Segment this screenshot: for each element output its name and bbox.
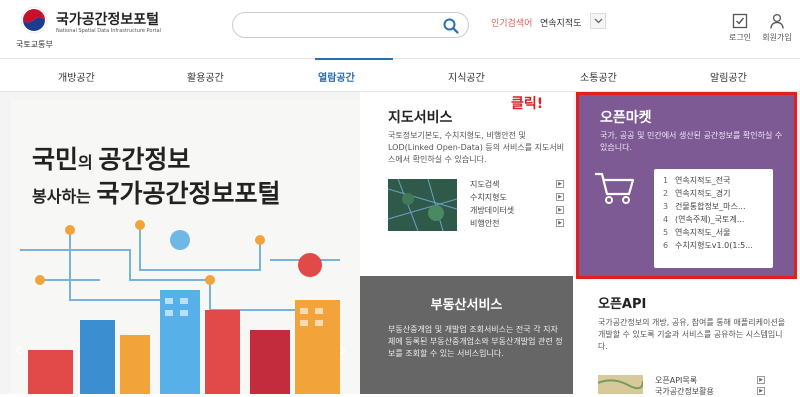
map-service-title[interactable]: 지도서비스	[388, 107, 452, 127]
map-service-thumbnail[interactable]	[388, 179, 457, 231]
list-item[interactable]: 2 연속지적도_경기	[663, 188, 773, 201]
nav-item-browse-space[interactable]: 열람공간	[318, 69, 355, 84]
open-api-thumbnail[interactable]	[598, 375, 643, 394]
hero-word-spatial-info: 공간정보	[98, 145, 191, 174]
item-number: 5	[663, 228, 669, 237]
item-number: 4	[663, 215, 669, 224]
map-link-search[interactable]: 지도검색 ▶	[470, 179, 564, 192]
signup-label: 회원가입	[762, 33, 792, 42]
api-link-list-label: 오픈API목록	[655, 376, 698, 385]
site-title: 국가공간정보포털	[56, 12, 160, 28]
site-subtitle: National Spatial Data Infrastructure Por…	[56, 28, 161, 34]
user-icon	[770, 13, 784, 29]
search-input[interactable]	[232, 12, 469, 38]
city-illustration	[20, 220, 340, 394]
click-annotation: 클릭!	[511, 96, 544, 112]
map-link-flight-safety-label: 비행안전	[470, 219, 500, 228]
open-api-thumbnail-image	[598, 375, 643, 394]
hero-headline-2: 봉사하는 국가공간정보포털	[32, 174, 280, 210]
link-arrow-icon: ▶	[556, 193, 564, 201]
hero-word-portal: 국가공간정보포털	[96, 179, 281, 208]
api-link-usage[interactable]: 국가공간정보활용 ▶	[655, 386, 765, 397]
item-number: 6	[663, 241, 669, 250]
map-service-panel: 지도서비스 국토정보기본도, 수치지형도, 비행안전 및 LOD(Linked …	[360, 92, 573, 276]
map-link-topographic[interactable]: 수치지형도 ▶	[470, 192, 564, 205]
map-link-open-dataset-label: 개방데이터셋	[470, 206, 515, 215]
nav-item-open-space[interactable]: 개방공간	[58, 69, 95, 84]
shopping-cart-icon	[595, 172, 635, 204]
item-number: 1	[663, 176, 669, 185]
carousel-prev-button[interactable]: ‹	[14, 338, 23, 363]
nav-item-notice-space[interactable]: 알림공간	[710, 69, 747, 84]
api-link-usage-label: 국가공간정보활용	[655, 387, 714, 396]
item-label: 연속지적도_전국	[675, 176, 731, 185]
login-button[interactable]: 로그인	[720, 13, 760, 43]
popular-search-toggle[interactable]	[590, 13, 606, 29]
list-item[interactable]: 3 건물통합정보_마스...	[663, 201, 773, 214]
list-item[interactable]: 5 연속지적도_서울	[663, 227, 773, 240]
link-arrow-icon: ▶	[556, 180, 564, 188]
link-arrow-icon: ▶	[556, 219, 564, 227]
link-arrow-icon: ▶	[556, 206, 564, 214]
item-number: 2	[663, 189, 669, 198]
map-link-search-label: 지도검색	[470, 180, 500, 189]
site-logo[interactable]: 국토교통부 국가공간정보포털 National Spatial Data Inf…	[14, 6, 164, 52]
nav-item-use-space[interactable]: 활용공간	[187, 69, 224, 84]
item-label: 연속지적도_경기	[675, 189, 731, 198]
link-arrow-icon: ▶	[757, 376, 765, 384]
list-item[interactable]: 1 연속지적도_전국	[663, 175, 773, 188]
open-api-panel: 오픈API 국가공간정보의 개방, 공유, 참여를 통해 애플리케이션을 개발할…	[573, 279, 800, 397]
map-service-desc: 국토정보기본도, 수치지형도, 비행안전 및 LOD(Linked Open-D…	[388, 131, 565, 164]
site-header: 국토교통부 국가공간정보포털 National Spatial Data Inf…	[0, 0, 800, 58]
open-market-title: 오픈마켓	[600, 110, 652, 126]
login-icon	[732, 13, 748, 29]
list-item[interactable]: 4 (연속주제)_국토계...	[663, 214, 773, 227]
open-api-title[interactable]: 오픈API	[598, 293, 646, 312]
hero-word-serving: 봉사하는	[32, 187, 97, 206]
map-link-flight-safety[interactable]: 비행안전 ▶	[470, 218, 564, 231]
hero-word-citizen: 국민	[32, 145, 79, 174]
search-icon[interactable]	[443, 18, 459, 34]
popular-search-term[interactable]: 연속지적도	[540, 16, 581, 29]
item-label: 건물통합정보_마스...	[675, 202, 746, 211]
login-label: 로그인	[728, 33, 752, 42]
item-label: 수치지형도v1.0(1:5...	[675, 241, 753, 250]
map-link-topographic-label: 수치지형도	[470, 193, 507, 202]
open-market-desc: 국가, 공공 및 민간에서 생산된 공간정보를 확인하실 수 있습니다.	[600, 131, 783, 152]
main-navigation: 개방공간 활용공간 열람공간 지식공간 소통공간 알림공간	[0, 58, 800, 92]
api-link-list[interactable]: 오픈API목록 ▶	[655, 375, 765, 386]
item-label: 연속지적도_서울	[675, 228, 731, 237]
map-service-links: 지도검색 ▶ 수치지형도 ▶ 개방데이터셋 ▶ 비행안전 ▶	[470, 179, 564, 231]
open-api-desc: 국가공간정보의 개방, 공유, 참여를 통해 애플리케이션을 개발할 수 있도록…	[598, 318, 786, 351]
hero-headline-1: 국민의 공간정보	[32, 140, 190, 176]
list-item[interactable]: 6 수치지형도v1.0(1:5...	[663, 240, 773, 253]
active-tab-indicator	[315, 58, 393, 60]
map-thumbnail-image	[388, 179, 457, 231]
ministry-name: 국토교통부	[16, 40, 53, 49]
nav-item-communication-space[interactable]: 소통공간	[580, 69, 617, 84]
nav-item-knowledge-space[interactable]: 지식공간	[448, 69, 485, 84]
open-market-list: 1 연속지적도_전국 2 연속지적도_경기 3 건물통합정보_마스... 4 (연속주제…	[654, 169, 773, 268]
real-estate-title: 부동산서비스	[430, 298, 503, 313]
signup-button[interactable]: 회원가입	[757, 13, 797, 43]
carousel-next-button[interactable]: ›	[338, 338, 347, 363]
chevron-down-icon	[594, 18, 603, 24]
open-market-panel[interactable]: 오픈마켓 국가, 공공 및 민간에서 생산된 공간정보를 확인하실 수 있습니다…	[576, 92, 797, 279]
map-link-open-dataset[interactable]: 개방데이터셋 ▶	[470, 205, 564, 218]
real-estate-panel[interactable]: 부동산서비스 부동산중개업 및 개발업 조회서비스는 전국 각 지자체에 등록된…	[360, 276, 573, 394]
item-label: (연속주제)_국토계...	[675, 215, 745, 224]
hero-particle: 의	[78, 153, 99, 172]
real-estate-desc: 부동산중개업 및 개발업 조회서비스는 전국 각 지자체에 등록된 부동산중개업…	[388, 325, 563, 358]
item-number: 3	[663, 202, 669, 211]
hero-banner[interactable]: 국민의 공간정보 봉사하는 국가공간정보포털 ‹ ›	[10, 100, 360, 394]
popular-search-label: 인기검색어	[491, 19, 533, 29]
government-emblem-icon	[20, 6, 48, 34]
